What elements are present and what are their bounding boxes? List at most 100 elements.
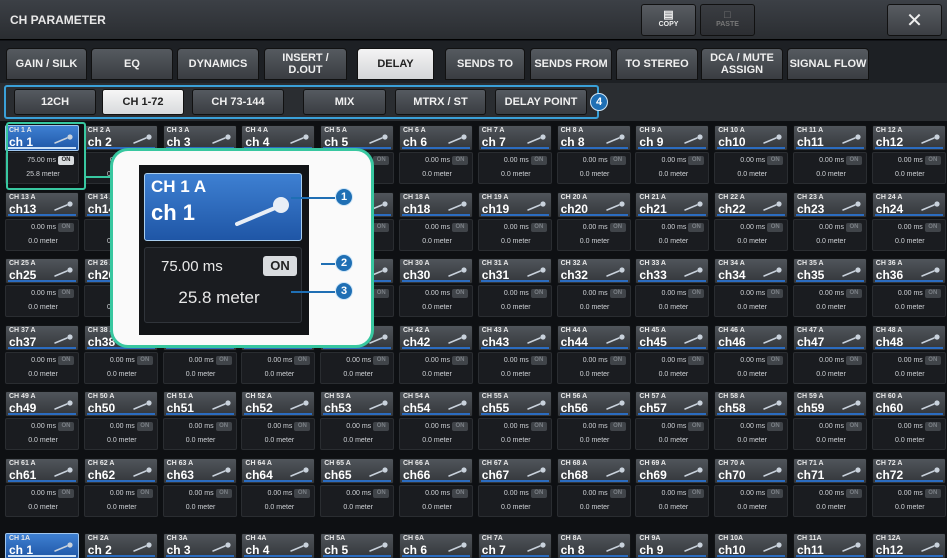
channel-select-button[interactable]: CH 20 Ach20	[556, 191, 631, 218]
delay-on-button[interactable]: ON	[688, 422, 705, 431]
channel-select-button[interactable]: CH 65 Ach65	[320, 457, 395, 484]
tab-dynamics[interactable]: DYNAMICS	[177, 48, 259, 80]
channel-select-button[interactable]: CH 56 Ach56	[556, 391, 631, 417]
delay-value-panel[interactable]: 0.00 msON0.0 meter	[320, 418, 395, 450]
delay-on-button[interactable]: ON	[924, 222, 941, 232]
channel-select-button[interactable]: CH 51 Ach51	[162, 391, 237, 417]
channel-select-button[interactable]: CH 60 Ach60	[871, 391, 946, 417]
delay-value-panel[interactable]: 0.00 msON0.0 meter	[714, 152, 789, 184]
channel-select-button[interactable]: CH 23 Ach23	[793, 191, 867, 218]
delay-on-button[interactable]: ON	[609, 422, 626, 431]
delay-on-button[interactable]: ON	[452, 488, 468, 498]
channel-select-button[interactable]: CH 33 Ach33	[635, 258, 710, 284]
delay-value-panel[interactable]: 0.00 msON0.0 meter	[5, 285, 79, 317]
delay-value-panel[interactable]: 0.00 msON0.0 meter	[635, 418, 710, 450]
delay-on-button[interactable]: ON	[136, 422, 153, 431]
delay-value-panel[interactable]: 0.00 msON0.0 meter	[871, 418, 946, 450]
delay-value-panel[interactable]: 0.00 msON0.0 meter	[793, 218, 867, 251]
delay-value-panel[interactable]: 0.00 msON0.0 meter	[83, 351, 158, 384]
delay-value-panel[interactable]: 0.00 msON0.0 meter	[399, 218, 473, 251]
delay-on-button[interactable]: ON	[846, 156, 862, 165]
delay-on-button[interactable]: ON	[530, 289, 547, 298]
delay-on-button[interactable]: ON	[452, 222, 468, 232]
delay-on-button[interactable]: ON	[846, 422, 862, 431]
delay-on-button[interactable]: ON	[846, 488, 862, 498]
delay-value-panel[interactable]: 0.00 msON0.0 meter	[635, 484, 710, 517]
channel-select-button[interactable]: CH 64 Ach64	[241, 457, 316, 484]
delay-value-panel[interactable]: 0.00 msON0.0 meter	[5, 418, 79, 450]
delay-value-panel[interactable]: 0.00 msON0.0 meter	[5, 351, 79, 384]
close-button[interactable]: ✕	[887, 4, 942, 36]
channel-select-button[interactable]: CH 11A ch11	[793, 533, 867, 558]
channel-select-button[interactable]: CH 47 Ach47	[793, 324, 867, 351]
channel-select-button[interactable]: CH 70 Ach70	[714, 457, 789, 484]
delay-value-panel[interactable]: 0.00 msON0.0 meter	[477, 285, 552, 317]
channel-select-button[interactable]: CH 37 Ach37	[5, 324, 79, 351]
channel-select-button[interactable]: CH 13 Ach13	[5, 191, 79, 218]
delay-on-button[interactable]: ON	[609, 355, 626, 365]
delay-on-button[interactable]: ON	[58, 422, 74, 431]
delay-value-panel[interactable]: 0.00 msON0.0 meter	[477, 484, 552, 517]
delay-on-button[interactable]: ON	[294, 355, 311, 365]
range-ch73-144-button[interactable]: CH 73-144	[192, 89, 284, 115]
delay-on-button[interactable]: ON	[530, 156, 547, 165]
delay-on-button[interactable]: ON	[215, 355, 232, 365]
channel-select-button[interactable]: CH 8 Ach 8	[556, 125, 631, 151]
channel-select-button[interactable]: CH 72 Ach72	[871, 457, 946, 484]
delay-value-panel[interactable]: 0.00 msON0.0 meter	[320, 351, 395, 384]
delay-value-panel[interactable]: 0.00 msON0.0 meter	[556, 484, 631, 517]
delay-on-button[interactable]: ON	[215, 488, 232, 498]
delay-on-button[interactable]: ON	[609, 156, 626, 165]
delay-on-button[interactable]: ON	[452, 289, 468, 298]
delay-value-panel[interactable]: 0.00 msON0.0 meter	[477, 351, 552, 384]
delay-on-button[interactable]: ON	[924, 156, 941, 165]
tab-insert-dout[interactable]: INSERT / D.OUT	[264, 48, 347, 80]
tab-signal-flow[interactable]: SIGNAL FLOW	[787, 48, 869, 80]
delay-value-panel[interactable]: 0.00 msON0.0 meter	[793, 152, 867, 184]
channel-select-button[interactable]: CH 61 Ach61	[5, 457, 79, 484]
channel-select-button[interactable]: CH 63 Ach63	[162, 457, 237, 484]
delay-on-button[interactable]: ON	[530, 488, 547, 498]
channel-select-button[interactable]: CH 44 Ach44	[556, 324, 631, 351]
delay-value-panel[interactable]: 0.00 msON0.0 meter	[162, 418, 237, 450]
delay-on-button[interactable]: ON	[58, 488, 74, 498]
channel-select-button[interactable]: CH 67 Ach67	[477, 457, 552, 484]
range-12ch-button[interactable]: 12CH	[14, 89, 96, 115]
delay-value-panel[interactable]: 0.00 msON0.0 meter	[5, 484, 79, 517]
delay-on-button[interactable]: ON	[609, 289, 626, 298]
channel-select-button[interactable]: CH 49 Ach49	[5, 391, 79, 417]
channel-select-button[interactable]: CH 9 Ach 9	[635, 125, 710, 151]
channel-select-button[interactable]: CH 42 Ach42	[399, 324, 473, 351]
delay-on-button[interactable]: ON	[58, 222, 74, 232]
channel-select-button[interactable]: CH 35 Ach35	[793, 258, 867, 284]
delay-on-button[interactable]: ON	[688, 289, 705, 298]
delay-value-panel[interactable]: 0.00 msON0.0 meter	[241, 351, 316, 384]
channel-select-button[interactable]: CH 10A ch10	[714, 533, 789, 558]
channel-select-button[interactable]: CH 7 Ach 7	[477, 125, 552, 151]
delay-on-button[interactable]: ON	[373, 222, 390, 232]
copy-button[interactable]: ▤ COPY	[641, 4, 696, 36]
channel-select-button[interactable]: CH 71 Ach71	[793, 457, 867, 484]
delay-on-button[interactable]: ON	[530, 422, 547, 431]
channel-select-button[interactable]: CH 24 Ach24	[871, 191, 946, 218]
tab-to-stereo[interactable]: TO STEREO	[616, 48, 698, 80]
channel-select-button[interactable]: CH 5A ch 5	[320, 533, 395, 558]
delay-value-panel[interactable]: 0.00 msON0.0 meter	[714, 218, 789, 251]
channel-select-button[interactable]: CH 9A ch 9	[635, 533, 710, 558]
channel-select-button[interactable]: CH 66 Ach66	[399, 457, 473, 484]
channel-select-button[interactable]: CH 55 Ach55	[477, 391, 552, 417]
tab-sends-from[interactable]: SENDS FROM	[530, 48, 612, 80]
delay-on-button[interactable]: ON	[452, 422, 468, 431]
range-mix-button[interactable]: MIX	[303, 89, 386, 115]
channel-select-button[interactable]: CH 43 Ach43	[477, 324, 552, 351]
delay-value-panel[interactable]: 0.00 msON0.0 meter	[793, 351, 867, 384]
delay-value-panel[interactable]: 0.00 msON0.0 meter	[714, 484, 789, 517]
channel-select-button[interactable]: CH 32 Ach32	[556, 258, 631, 284]
channel-select-button[interactable]: CH 34 Ach34	[714, 258, 789, 284]
tab-gain-silk[interactable]: GAIN / SILK	[6, 48, 87, 80]
delay-value-panel[interactable]: 0.00 msON0.0 meter	[635, 285, 710, 317]
delay-point-button[interactable]: DELAY POINT	[495, 89, 587, 115]
delay-value-panel[interactable]: 0.00 msON0.0 meter	[871, 484, 946, 517]
delay-on-button[interactable]: ON	[688, 222, 705, 232]
delay-value-panel[interactable]: 0.00 msON0.0 meter	[5, 218, 79, 251]
